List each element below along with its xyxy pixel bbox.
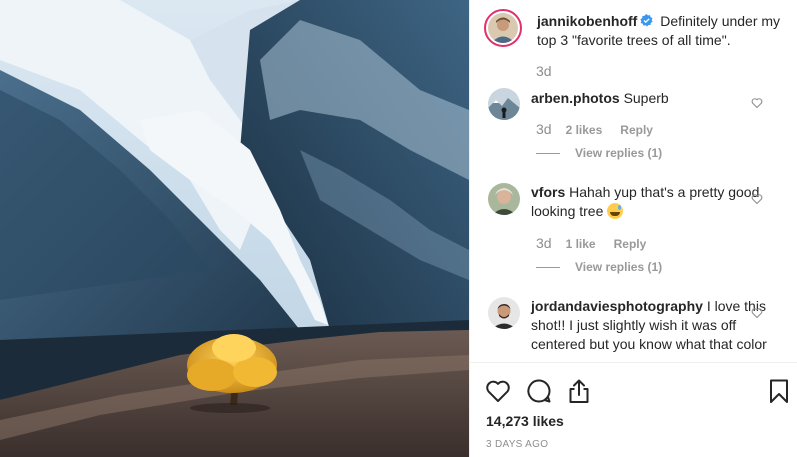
comment-timestamp: 3d xyxy=(536,235,552,251)
sweat-smile-emoji xyxy=(607,203,624,219)
comment-username[interactable]: vfors xyxy=(531,184,565,200)
comment-icon[interactable] xyxy=(526,378,552,404)
caption-username[interactable]: jannikobenhoff xyxy=(537,13,637,29)
heart-icon[interactable] xyxy=(751,97,763,109)
post-timestamp: 3 DAYS AGO xyxy=(486,439,549,450)
commenter-avatar[interactable] xyxy=(488,183,520,215)
replies-divider xyxy=(536,266,560,268)
comment-meta: 3d 1 like Reply xyxy=(536,235,646,251)
comment-username[interactable]: arben.photos xyxy=(531,90,620,106)
comment-text: Superb xyxy=(623,90,669,106)
verified-badge-icon xyxy=(640,14,653,27)
view-replies-label: View replies (1) xyxy=(575,146,663,160)
share-icon[interactable] xyxy=(566,378,592,404)
mountain-landscape-image xyxy=(0,0,469,457)
reply-button[interactable]: Reply xyxy=(620,123,653,137)
heart-icon[interactable] xyxy=(485,378,511,404)
replies-divider xyxy=(536,152,560,154)
caption-timestamp: 3d xyxy=(536,63,552,79)
post-action-bar: 14,273 likes 3 DAYS AGO xyxy=(470,362,797,457)
comment-likes-link[interactable]: 1 like xyxy=(566,237,596,251)
bookmark-icon[interactable] xyxy=(766,378,792,404)
comment-text: Hahah yup that's a pretty good looking t… xyxy=(531,184,760,219)
reply-button[interactable]: Reply xyxy=(614,237,647,251)
view-replies-button[interactable]: View replies (1) xyxy=(536,260,662,274)
heart-icon[interactable] xyxy=(751,307,763,319)
comment-timestamp: 3d xyxy=(536,121,552,137)
comment-body: jordandaviesphotography I love this shot… xyxy=(531,297,767,354)
commenter-avatar[interactable] xyxy=(488,88,520,120)
comment-meta: 3d 2 likes Reply xyxy=(536,121,653,137)
author-avatar[interactable] xyxy=(484,9,522,47)
comment-body: vfors Hahah yup that's a pretty good loo… xyxy=(531,183,767,221)
post-photo[interactable] xyxy=(0,0,469,457)
comments-scroll-area[interactable]: jannikobenhoff Definitely under my top 3… xyxy=(470,0,797,362)
comment-body: arben.photos Superb xyxy=(531,89,767,108)
comment-likes-link[interactable]: 2 likes xyxy=(566,123,603,137)
post-caption: jannikobenhoff Definitely under my top 3… xyxy=(537,12,787,50)
commenter-avatar[interactable] xyxy=(488,297,520,329)
heart-icon[interactable] xyxy=(751,193,763,205)
comment-username[interactable]: jordandaviesphotography xyxy=(531,298,703,314)
post-side-panel: jannikobenhoff Definitely under my top 3… xyxy=(469,0,797,457)
likes-count-button[interactable]: 14,273 likes xyxy=(486,413,564,429)
view-replies-button[interactable]: View replies (1) xyxy=(536,146,662,160)
view-replies-label: View replies (1) xyxy=(575,260,663,274)
